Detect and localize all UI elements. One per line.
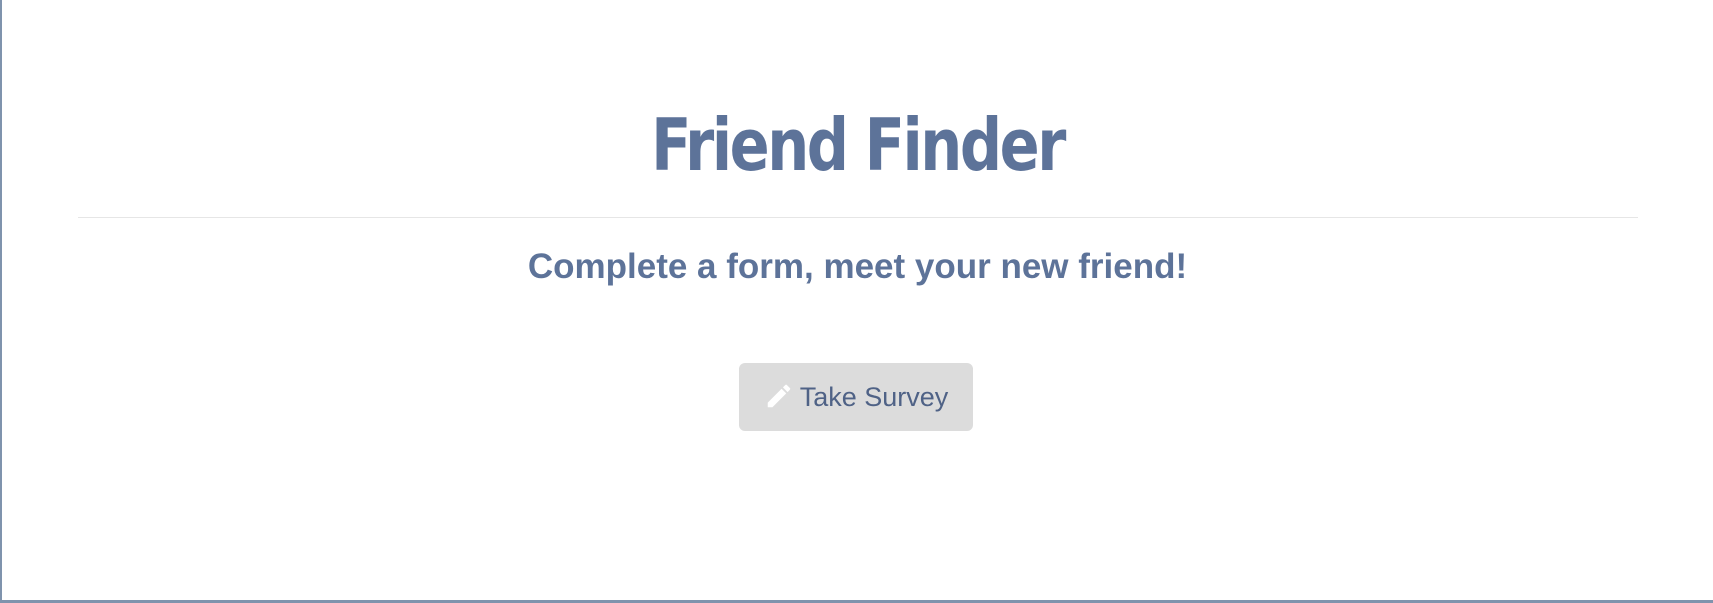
- take-survey-button-label: Take Survey: [799, 381, 949, 412]
- page-title: Friend Finder: [651, 103, 1066, 187]
- pencil-icon: [764, 381, 794, 411]
- page-subtitle: Complete a form, meet your new friend!: [527, 247, 1188, 286]
- divider: [78, 217, 1638, 218]
- page: Friend Finder Complete a form, meet your…: [0, 0, 1713, 603]
- take-survey-button[interactable]: Take Survey: [739, 363, 973, 431]
